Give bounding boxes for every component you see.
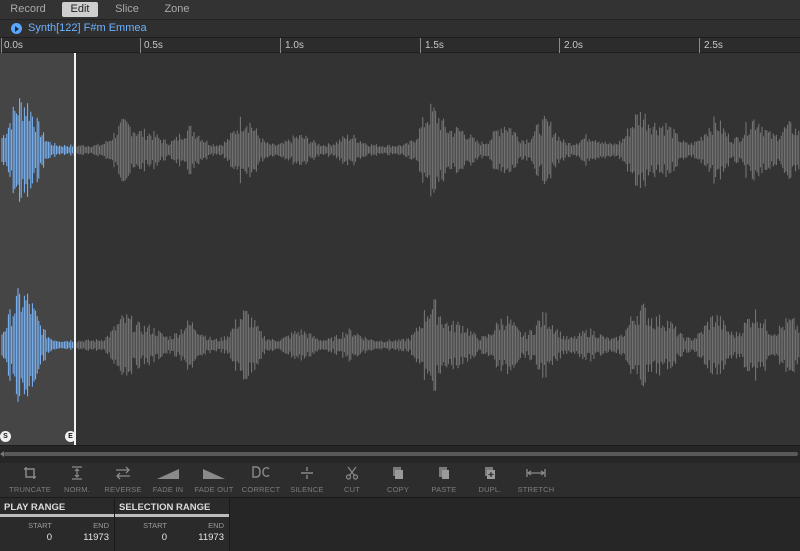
play-range-end-label: END: [93, 521, 109, 530]
fade-in-label: FADE IN: [152, 485, 184, 494]
dc-correct-icon: [252, 466, 270, 478]
fade-in-button[interactable]: FADE IN: [144, 466, 192, 496]
timeline-ruler[interactable]: 0.0s 0.5s 1.0s 1.5s 2.0s 2.5s: [0, 37, 800, 53]
selection-range-end-label: END: [208, 521, 224, 530]
normalize-icon: [72, 466, 82, 480]
duplicate-label: DUPL.: [478, 485, 502, 494]
end-marker[interactable]: E: [65, 431, 76, 442]
waveform-channel-right: [1, 288, 800, 402]
end-marker-line[interactable]: [74, 53, 76, 445]
selection-range-end-value[interactable]: 11973: [174, 532, 224, 543]
horizontal-scrollbar[interactable]: [0, 445, 800, 463]
dc-correct-button[interactable]: CORRECT: [237, 466, 285, 496]
editor-tab-bar: Record Edit Slice Zone: [0, 0, 800, 20]
edit-toolbar: TRUNCATE NORM. REVERSE FADE IN FADE OUT …: [0, 463, 800, 498]
fade-out-button[interactable]: FADE OUT: [190, 466, 238, 496]
tab-edit[interactable]: Edit: [62, 2, 98, 17]
truncate-label: TRUNCATE: [9, 485, 51, 494]
paste-icon: [439, 467, 449, 479]
timeline-label: 0.0s: [4, 40, 23, 51]
reverse-button[interactable]: REVERSE: [99, 466, 147, 496]
duplicate-icon: [485, 467, 495, 479]
selection-range-panel: SELECTION RANGE START END 0 11973: [115, 498, 230, 551]
fade-in-icon: [157, 469, 179, 479]
scissors-icon: [345, 466, 359, 480]
timeline-label: 1.0s: [285, 40, 304, 51]
cut-button[interactable]: CUT: [328, 466, 376, 496]
timeline-label: 0.5s: [144, 40, 163, 51]
truncate-button[interactable]: TRUNCATE: [6, 466, 54, 496]
selection-range-start-value[interactable]: 0: [117, 532, 167, 543]
sample-header: Synth[122] F#m Emmea: [0, 20, 800, 37]
stretch-icon: [526, 469, 546, 477]
silence-label: SILENCE: [290, 485, 324, 494]
play-range-title: PLAY RANGE: [4, 502, 66, 513]
cut-label: CUT: [343, 485, 360, 494]
timeline-tick: [420, 38, 421, 53]
copy-label: COPY: [386, 485, 410, 494]
normalize-label: NORM.: [64, 485, 90, 494]
tab-zone[interactable]: Zone: [155, 2, 199, 17]
play-range-end-value[interactable]: 11973: [59, 532, 109, 543]
waveform-channel-left: [1, 98, 800, 202]
sample-name[interactable]: Synth[122] F#m Emmea: [28, 22, 147, 35]
dc-correct-label: CORRECT: [241, 485, 281, 494]
tab-record[interactable]: Record: [4, 2, 52, 17]
stretch-button[interactable]: STRETCH: [512, 466, 560, 496]
selection-range-start-label: START: [143, 521, 167, 530]
timeline-label: 2.0s: [564, 40, 583, 51]
fade-out-label: FADE OUT: [194, 485, 234, 494]
silence-button[interactable]: SILENCE: [283, 466, 331, 496]
selection-range-divider: [115, 514, 229, 517]
timeline-tick: [1, 38, 2, 53]
fade-out-icon: [203, 469, 225, 479]
selection-range-title: SELECTION RANGE: [119, 502, 211, 513]
duplicate-button[interactable]: DUPL.: [466, 466, 514, 496]
timeline-tick: [280, 38, 281, 53]
reverse-icon: [116, 466, 130, 480]
paste-button[interactable]: PASTE: [420, 466, 468, 496]
range-panels: PLAY RANGE START END 0 11973 SELECTION R…: [0, 498, 800, 551]
normalize-button[interactable]: NORM.: [53, 466, 101, 496]
copy-icon: [393, 467, 403, 479]
scrollbar-thumb[interactable]: [4, 452, 798, 456]
waveform-graphic: [1, 98, 800, 402]
truncate-icon: [24, 467, 36, 479]
timeline-tick: [559, 38, 560, 53]
play-circle-icon[interactable]: [11, 23, 22, 34]
waveform-display[interactable]: S E: [0, 53, 800, 445]
paste-label: PASTE: [431, 485, 457, 494]
timeline-label: 2.5s: [704, 40, 723, 51]
tab-slice[interactable]: Slice: [108, 2, 146, 17]
play-range-panel: PLAY RANGE START END 0 11973: [0, 498, 115, 551]
stretch-label: STRETCH: [517, 485, 555, 494]
play-range-divider: [0, 514, 114, 517]
reverse-label: REVERSE: [104, 485, 142, 494]
copy-button[interactable]: COPY: [374, 466, 422, 496]
silence-icon: [301, 467, 313, 479]
play-range-start-value[interactable]: 0: [2, 532, 52, 543]
timeline-label: 1.5s: [425, 40, 444, 51]
play-range-start-label: START: [28, 521, 52, 530]
timeline-tick: [140, 38, 141, 53]
timeline-tick: [699, 38, 700, 53]
start-marker[interactable]: S: [0, 431, 11, 442]
